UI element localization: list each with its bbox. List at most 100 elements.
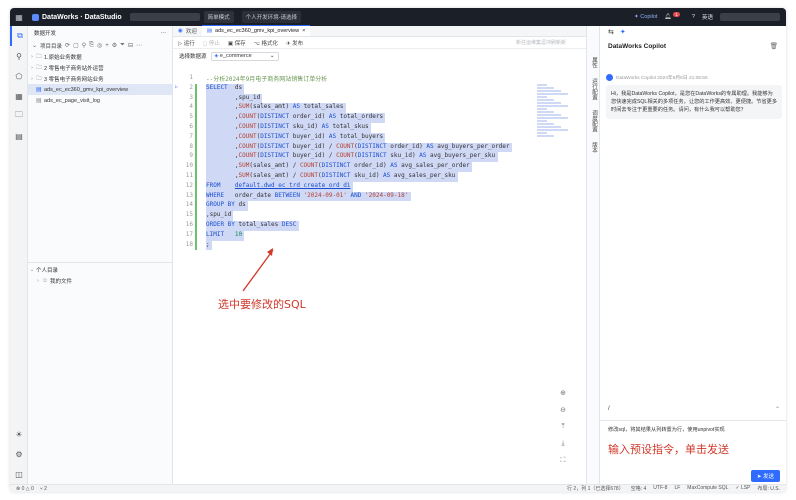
folder-icon: 🗀 bbox=[36, 75, 43, 82]
message-meta: DataWorks Copilot 2024年9月6日 21:08:55 bbox=[606, 74, 782, 81]
component-icon[interactable]: ⬠ bbox=[10, 66, 28, 86]
env-selector[interactable]: 个人开发环境-请选择 bbox=[241, 11, 301, 23]
tree-file-selected[interactable]: ▤ ads_ec_ec360_gmv_kpi_overview bbox=[28, 84, 172, 95]
app-logo[interactable]: DataWorks · DataStudio bbox=[32, 13, 122, 21]
scroll-bottom-icon[interactable]: ⤓ bbox=[555, 437, 571, 451]
send-button[interactable]: ➤ 发送 bbox=[750, 470, 780, 482]
status-bar: ⊗ 0 △ 0 ⑂ 2 行 2，列 1（已选择678） 空格: 4 UTF-8 … bbox=[10, 484, 786, 492]
folder-label: 2 零售电子商务站外运营 bbox=[44, 65, 104, 72]
scroll-top-icon[interactable]: ⤒ bbox=[555, 420, 571, 434]
folder-label: 3 零售电子商务网站业务 bbox=[44, 76, 104, 83]
chevron-right-icon: › bbox=[31, 64, 33, 71]
tree-file[interactable]: ▤ ads_ec_page_visit_log bbox=[28, 95, 172, 106]
slash-command[interactable]: / bbox=[608, 406, 610, 412]
add-icon[interactable]: + bbox=[105, 43, 109, 49]
chevron-down-icon[interactable]: ⌄ bbox=[32, 42, 37, 49]
copilot-input[interactable]: 修改sql，将其结果从列转置为行，使用unpivot实现 bbox=[608, 426, 778, 433]
copilot-toolbar: ⇆ ✦ bbox=[600, 26, 786, 38]
explorer-toolbar: ⌄ 项目目录 ⟳ ▢ ⚲ ⎘ ◎ + ⚙ ⏷ ⊟ ⋯ bbox=[28, 40, 172, 51]
swap-icon[interactable]: ⇆ bbox=[608, 28, 614, 36]
tree-folder[interactable]: › 🗀 1.原始业务数据 bbox=[28, 51, 172, 62]
table-icon[interactable]: ▦ bbox=[10, 86, 28, 106]
side-tab-properties[interactable]: 属性 bbox=[587, 52, 601, 73]
refresh-icon[interactable]: ⟳ bbox=[65, 42, 70, 49]
folder-icon: 🗀 bbox=[36, 53, 43, 60]
indent-setting[interactable]: 空格: 4 bbox=[631, 485, 647, 492]
sql-file-icon: ▤ bbox=[36, 87, 42, 93]
editor-annotation: 选中要修改的SQL bbox=[218, 298, 306, 311]
collapse-icon[interactable]: ⌃ bbox=[775, 406, 780, 413]
new-file-icon[interactable]: ▢ bbox=[73, 42, 79, 49]
theme-icon[interactable]: ☀ bbox=[10, 424, 28, 444]
keyboard-layout[interactable]: 布局: U.S. bbox=[757, 485, 780, 492]
copilot-avatar bbox=[606, 74, 613, 81]
message-bubble: Hi，我是DataWorks Copilot，是您在DataWorks的专属助理… bbox=[606, 85, 782, 119]
encoding[interactable]: UTF-8 bbox=[653, 485, 667, 492]
locate-icon[interactable]: ◎ bbox=[97, 42, 102, 49]
trash-icon[interactable]: 🗑︎ bbox=[770, 42, 778, 50]
data-map-icon[interactable]: ⚲ bbox=[10, 46, 28, 66]
search-icon[interactable]: ⚲ bbox=[82, 42, 86, 49]
editor-float-controls: ⊕ ⊖ ⤒ ⤓ ⛶ bbox=[555, 386, 571, 471]
workspace-selector[interactable] bbox=[129, 13, 200, 21]
copilot-header: DataWorks Copilot 🗑︎ bbox=[600, 38, 786, 54]
sql-file-icon: ▤ bbox=[36, 98, 42, 104]
zoom-in-icon[interactable]: ⊕ bbox=[555, 386, 571, 400]
explorer-section-title: 项目目录 bbox=[40, 43, 63, 50]
dataworks-logo-icon bbox=[32, 13, 39, 21]
folder-label: 我的文件 bbox=[50, 278, 73, 285]
chevron-right-icon: › bbox=[31, 53, 33, 60]
file-label: ads_ec_ec360_gmv_kpi_overview bbox=[44, 86, 129, 93]
app-window: ▦ DataWorks · DataStudio 简单模式 个人开发环境-请选择… bbox=[10, 8, 786, 492]
folder-label: 1.原始业务数据 bbox=[44, 54, 82, 61]
settings-icon[interactable]: ⚙ bbox=[10, 444, 28, 464]
side-tab-run-config[interactable]: 运行配置 bbox=[587, 73, 601, 105]
input-divider bbox=[600, 420, 786, 421]
help-icon[interactable]: ? bbox=[692, 14, 695, 20]
user-menu[interactable]: 英语 bbox=[702, 13, 713, 21]
filter-icon[interactable]: ⏷ bbox=[120, 42, 125, 49]
mode-pill[interactable]: 简单模式 bbox=[203, 11, 234, 23]
side-tab-schedule-config[interactable]: 调度配置 bbox=[587, 105, 601, 137]
copy-icon[interactable]: ⎘ bbox=[89, 42, 94, 49]
app-title: DataWorks · DataStudio bbox=[42, 13, 122, 21]
copilot-annotation: 输入预设指令，单击发送 bbox=[608, 443, 729, 456]
zoom-out-icon[interactable]: ⊖ bbox=[555, 403, 571, 417]
tree-folder[interactable]: › 🗀 2 零售电子商务站外运营 bbox=[28, 62, 172, 73]
problems-indicator[interactable]: ⊗ 0 △ 0 bbox=[16, 486, 34, 492]
settings-small-icon[interactable]: ⚙ bbox=[112, 42, 117, 49]
explorer-header: 数据开发 ⋯ bbox=[34, 30, 167, 37]
cursor-position[interactable]: 行 2，列 1（已选择678） bbox=[567, 485, 624, 492]
eol[interactable]: LF bbox=[674, 485, 680, 492]
explorer-panel: 数据开发 ⋯ ⌄ 项目目录 ⟳ ▢ ⚲ ⎘ ◎ + ⚙ ⏷ ⊟ ⋯ › 🗀 1.… bbox=[28, 26, 173, 484]
copilot-logo-icon[interactable]: ✦ bbox=[620, 28, 626, 36]
collapse-all-icon[interactable]: ⊟ bbox=[128, 42, 133, 49]
account-info[interactable] bbox=[720, 13, 780, 21]
notif-badge: 1 bbox=[673, 11, 680, 17]
fit-screen-icon[interactable]: ⛶ bbox=[555, 454, 571, 468]
report-icon[interactable]: ▤ bbox=[10, 126, 28, 146]
folder-icon[interactable]: 🗀 bbox=[10, 106, 28, 126]
more-icon[interactable]: ⋯ bbox=[161, 30, 167, 36]
chevron-down-icon: ⌄ bbox=[29, 266, 35, 273]
editor-area: ◉ 欢迎 ▤ ads_ec_ec360_gmv_kpi_overview × ▷… bbox=[173, 25, 586, 484]
tree-folder[interactable]: › ☺ 我的文件 bbox=[28, 275, 173, 286]
file-label: ads_ec_page_visit_log bbox=[44, 97, 100, 104]
topbar-right: ✦ Copilot 🔔︎ 1 ? 英语 bbox=[634, 8, 780, 26]
tree-folder[interactable]: › 🗀 3 零售电子商务网站业务 bbox=[28, 73, 172, 84]
more-small-icon[interactable]: ⋯ bbox=[136, 42, 142, 49]
bell-icon[interactable]: 🔔︎ bbox=[664, 14, 671, 20]
top-bar: ▦ DataWorks · DataStudio 简单模式 个人开发环境-请选择… bbox=[10, 8, 786, 26]
side-tab-version[interactable]: 版本 bbox=[587, 137, 601, 158]
app-grid-icon[interactable]: ▦ bbox=[10, 13, 28, 22]
copilot-button[interactable]: ✦ Copilot bbox=[634, 14, 657, 20]
personal-section: ⌄ 个人目录 › ☺ 我的文件 bbox=[28, 264, 173, 286]
panel-toggle-icon[interactable]: ◫ bbox=[10, 464, 28, 484]
language-mode[interactable]: MaxCompute SQL bbox=[687, 485, 728, 492]
activity-bar: ⧉ ⚲ ⬠ ▦ 🗀 ▤ ☀ ⚙ ◫ bbox=[10, 26, 28, 484]
lsp-status[interactable]: ✓ LSP bbox=[735, 485, 750, 492]
commits-indicator[interactable]: ⑂ 2 bbox=[40, 486, 47, 492]
personal-header[interactable]: ⌄ 个人目录 bbox=[28, 264, 173, 275]
folder-icon: 🗀 bbox=[36, 64, 43, 71]
explorer-icon[interactable]: ⧉ bbox=[10, 26, 28, 46]
